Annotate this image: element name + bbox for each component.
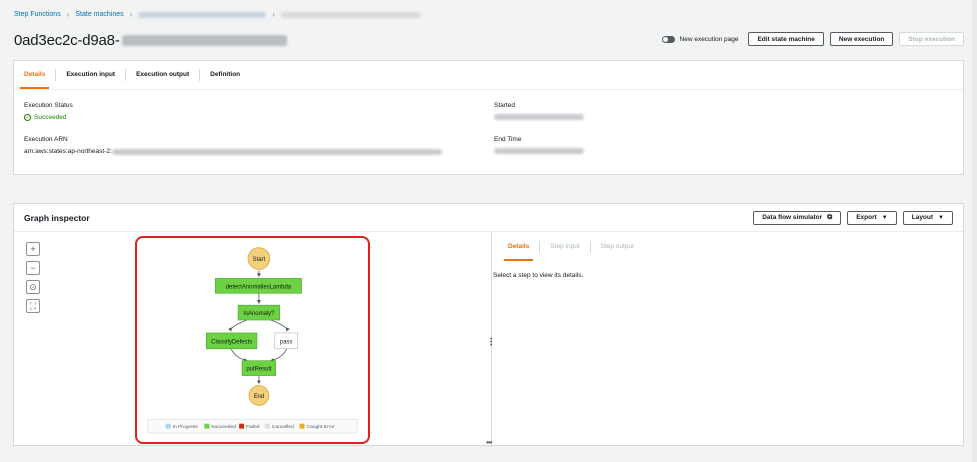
execution-arn-label: Execution ARN: [24, 136, 68, 143]
status-value: Succeeded: [34, 114, 67, 121]
execution-arn-value: arn:aws:states:ap-northeast-2:: [24, 148, 442, 155]
execution-details-panel: Details Execution input Execution output…: [13, 60, 964, 175]
breadcrumb-state-machine-redacted[interactable]: [138, 11, 267, 18]
page-title: 0ad3ec2c-d9a8-: [14, 32, 287, 49]
tab-definition[interactable]: Definition: [200, 69, 250, 81]
tab-execution-output[interactable]: Execution output: [126, 69, 201, 81]
new-execution-page-toggle[interactable]: New execution page: [661, 35, 739, 43]
stop-execution-button[interactable]: Stop execution: [899, 32, 964, 46]
arn-redacted: [111, 148, 442, 155]
step-details-hint: Select a step to view its details.: [493, 272, 584, 279]
chevron-right-icon: ›: [129, 10, 133, 19]
highlight-annotation-box: [135, 236, 370, 444]
execution-status-label: Execution Status: [24, 102, 73, 109]
chevron-right-icon: ›: [66, 10, 70, 19]
tab-step-output[interactable]: Step output: [591, 241, 644, 253]
details-tabs: Details Execution input Execution output…: [14, 61, 963, 90]
end-time-label: End Time: [494, 136, 522, 143]
tab-step-details[interactable]: Details: [498, 241, 541, 261]
status-badge: ✓ Succeeded: [24, 114, 67, 121]
breadcrumb-state-machines[interactable]: State machines: [75, 11, 123, 18]
breadcrumb: Step Functions › State machines › ›: [14, 10, 421, 19]
breadcrumb-execution-redacted: [280, 11, 421, 18]
page-title-text: 0ad3ec2c-d9a8-: [14, 32, 120, 49]
new-execution-button[interactable]: New execution: [829, 32, 894, 46]
toggle-switch[interactable]: [661, 35, 675, 43]
started-label: Started: [494, 102, 515, 109]
header-actions: New execution page Edit state machine Ne…: [661, 32, 964, 46]
started-redacted: [494, 114, 584, 120]
end-time-redacted: [494, 148, 584, 154]
tab-step-input[interactable]: Step input: [540, 241, 591, 253]
bottom-resize-handle-icon[interactable]: •••: [486, 438, 492, 447]
resize-handle-icon[interactable]: • • •: [490, 336, 492, 349]
started-value: [494, 114, 584, 120]
toggle-label: New execution page: [679, 35, 739, 43]
tab-details[interactable]: Details: [14, 69, 57, 89]
breadcrumb-step-functions[interactable]: Step Functions: [14, 11, 61, 18]
check-circle-icon: ✓: [24, 114, 31, 121]
chevron-right-icon: ›: [272, 10, 275, 19]
end-time-value: [494, 148, 584, 154]
edit-state-machine-button[interactable]: Edit state machine: [748, 32, 824, 46]
page-scrollbar[interactable]: [972, 0, 977, 462]
arn-prefix: arn:aws:states:ap-northeast-2:: [24, 148, 112, 155]
tab-execution-input[interactable]: Execution input: [56, 69, 127, 81]
step-inspector-tabs: Details Step input Step output: [498, 240, 644, 261]
graph-inspector-panel: Graph inspector Data flow simulator ⧉ Ex…: [13, 203, 964, 447]
page-title-redacted: [121, 35, 287, 46]
